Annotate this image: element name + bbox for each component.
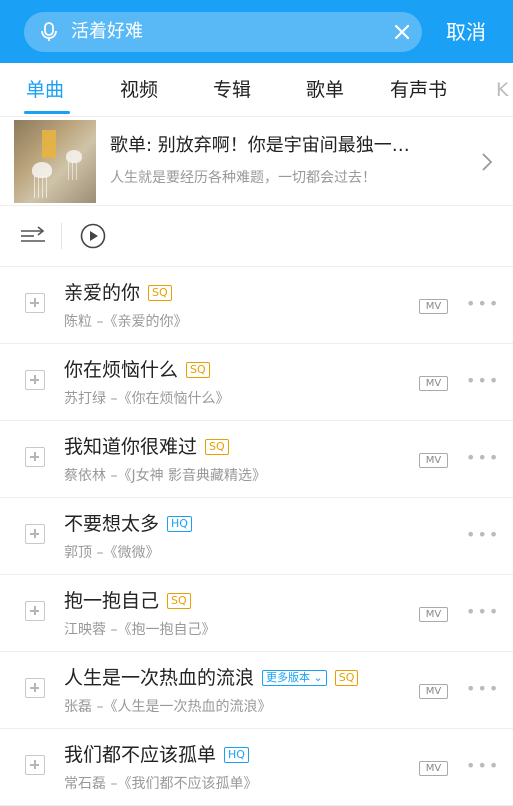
tab-audiobooks[interactable]: 有声书 bbox=[390, 78, 447, 102]
more-options-icon[interactable]: ••• bbox=[466, 681, 500, 697]
more-options-icon[interactable]: ••• bbox=[466, 527, 500, 543]
song-row[interactable]: 抱一抱自己 SQ 江映蓉 –《抱一抱自己》 MV ••• bbox=[0, 576, 513, 652]
song-title: 你在烦恼什么 bbox=[64, 359, 179, 381]
quality-badge: SQ bbox=[205, 439, 229, 455]
add-icon[interactable] bbox=[25, 293, 45, 313]
playlist-card[interactable]: 歌单: 别放弃啊！你是宇宙间最独一… 人生就是要经历各种难题，一切都会过去！ bbox=[0, 118, 513, 206]
more-options-icon[interactable]: ••• bbox=[466, 373, 500, 389]
quality-badge: SQ bbox=[186, 362, 210, 378]
category-tabs: 单曲 视频 专辑 歌单 有声书 K bbox=[0, 63, 513, 117]
controls-divider bbox=[61, 223, 62, 249]
more-options-icon[interactable]: ••• bbox=[466, 296, 500, 312]
song-title: 我们都不应该孤单 bbox=[64, 744, 217, 766]
tab-albums[interactable]: 专辑 bbox=[213, 78, 251, 102]
song-row[interactable]: 亲爱的你 SQ 陈粒 –《亲爱的你》 MV ••• bbox=[0, 268, 513, 344]
mv-button[interactable]: MV bbox=[419, 376, 448, 391]
song-artist-album: 郭顶 –《微微》 bbox=[64, 545, 160, 561]
mv-button[interactable]: MV bbox=[419, 453, 448, 468]
song-title: 不要想太多 bbox=[64, 513, 160, 535]
song-title: 我知道你很难过 bbox=[64, 436, 198, 458]
quality-badge: SQ bbox=[334, 670, 359, 686]
add-icon[interactable] bbox=[25, 755, 45, 775]
song-row[interactable]: 我知道你很难过 SQ 蔡依林 –《J女神 影音典藏精选》 MV ••• bbox=[0, 422, 513, 498]
mv-button[interactable]: MV bbox=[419, 761, 448, 776]
play-controls bbox=[0, 207, 513, 267]
song-artist-album: 苏打绿 –《你在烦恼什么》 bbox=[64, 391, 230, 407]
search-field[interactable]: 活着好难 bbox=[24, 12, 422, 52]
song-artist-album: 常石磊 –《我们都不应该孤单》 bbox=[64, 776, 258, 792]
song-row[interactable]: 人生是一次热血的流浪 更多版本 ⌄ SQ 张磊 –《人生是一次热血的流浪》 MV… bbox=[0, 653, 513, 729]
more-options-icon[interactable]: ••• bbox=[466, 604, 500, 620]
quality-badge: HQ bbox=[224, 747, 249, 763]
shuffle-icon[interactable] bbox=[20, 225, 46, 247]
tab-songs[interactable]: 单曲 bbox=[26, 78, 64, 102]
quality-badge: SQ bbox=[167, 593, 191, 609]
tab-videos[interactable]: 视频 bbox=[120, 78, 158, 102]
top-bar: 活着好难 取消 bbox=[0, 0, 513, 63]
playlist-title: 歌单: 别放弃啊！你是宇宙间最独一… bbox=[110, 135, 410, 156]
mic-icon[interactable] bbox=[37, 20, 61, 44]
add-icon[interactable] bbox=[25, 524, 45, 544]
more-versions-button[interactable]: 更多版本 ⌄ bbox=[262, 670, 327, 686]
quality-badge: HQ bbox=[167, 516, 192, 532]
cancel-button[interactable]: 取消 bbox=[446, 19, 486, 45]
add-icon[interactable] bbox=[25, 370, 45, 390]
close-icon[interactable] bbox=[392, 22, 412, 42]
song-artist-album: 张磊 –《人生是一次热血的流浪》 bbox=[64, 699, 272, 715]
song-title: 人生是一次热血的流浪 bbox=[64, 667, 255, 689]
playlist-cover bbox=[14, 120, 96, 203]
song-row[interactable]: 我们都不应该孤单 HQ 常石磊 –《我们都不应该孤单》 MV ••• bbox=[0, 730, 513, 806]
quality-badge: SQ bbox=[148, 285, 172, 301]
tab-playlists[interactable]: 歌单 bbox=[306, 78, 344, 102]
add-icon[interactable] bbox=[25, 601, 45, 621]
song-artist-album: 陈粒 –《亲爱的你》 bbox=[64, 314, 188, 330]
song-artist-album: 蔡依林 –《J女神 影音典藏精选》 bbox=[64, 468, 267, 484]
song-title: 亲爱的你 bbox=[64, 282, 141, 304]
playlist-subtitle: 人生就是要经历各种难题，一切都会过去！ bbox=[110, 170, 376, 186]
mv-button[interactable]: MV bbox=[419, 299, 448, 314]
add-icon[interactable] bbox=[25, 678, 45, 698]
active-tab-indicator bbox=[24, 111, 70, 114]
search-input[interactable]: 活着好难 bbox=[71, 21, 143, 43]
song-row[interactable]: 不要想太多 HQ 郭顶 –《微微》 ••• bbox=[0, 499, 513, 575]
mv-button[interactable]: MV bbox=[419, 684, 448, 699]
play-circle-icon[interactable] bbox=[80, 223, 106, 249]
more-options-icon[interactable]: ••• bbox=[466, 450, 500, 466]
song-title: 抱一抱自己 bbox=[64, 590, 160, 612]
chevron-right-icon bbox=[482, 153, 493, 171]
tab-k[interactable]: K bbox=[496, 78, 508, 102]
song-artist-album: 江映蓉 –《抱一抱自己》 bbox=[64, 622, 216, 638]
song-row[interactable]: 你在烦恼什么 SQ 苏打绿 –《你在烦恼什么》 MV ••• bbox=[0, 345, 513, 421]
mv-button[interactable]: MV bbox=[419, 607, 448, 622]
add-icon[interactable] bbox=[25, 447, 45, 467]
more-options-icon[interactable]: ••• bbox=[466, 758, 500, 774]
